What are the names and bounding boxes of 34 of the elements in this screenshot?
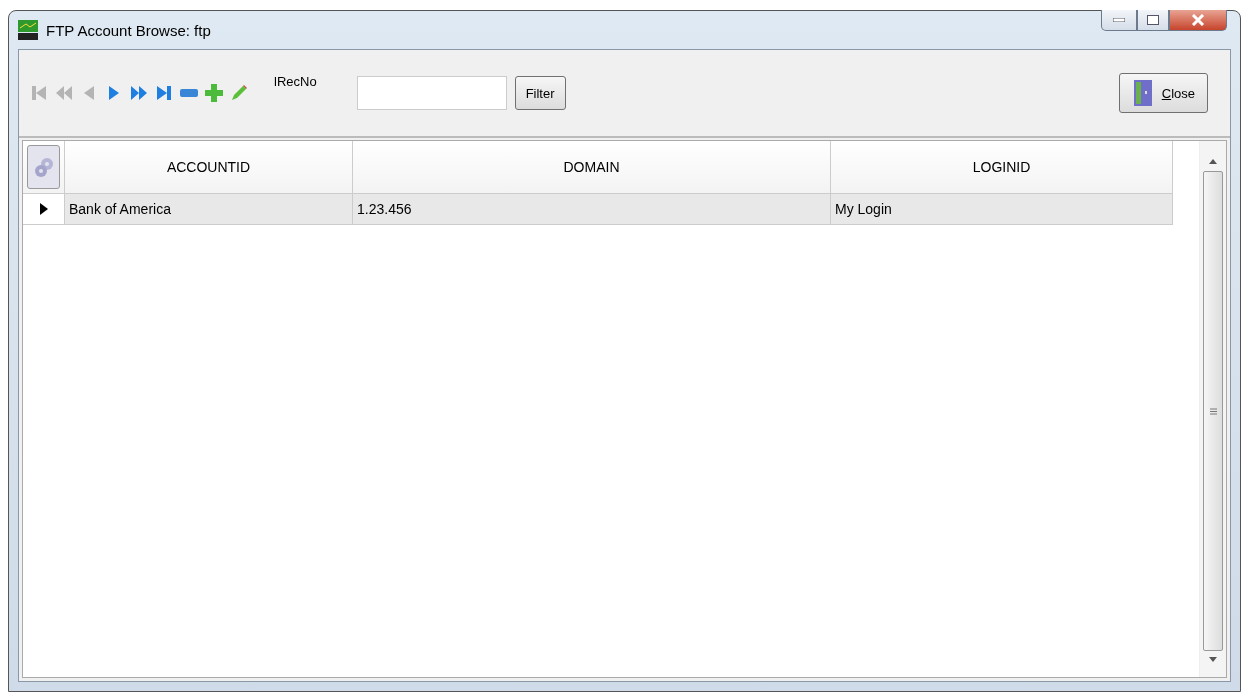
- scrollbar-thumb[interactable]: [1203, 171, 1223, 651]
- column-header[interactable]: DOMAIN: [353, 141, 831, 194]
- vertical-scrollbar[interactable]: [1199, 141, 1226, 677]
- minimize-icon: [1113, 18, 1125, 22]
- scroll-down-icon: [1209, 657, 1217, 663]
- table-cell: Bank of America: [65, 194, 353, 225]
- table-cell: My Login: [831, 194, 1173, 225]
- grip-icon: [1209, 407, 1217, 415]
- app-icon: [18, 20, 38, 40]
- close-button[interactable]: Close: [1118, 73, 1208, 113]
- close-window-button[interactable]: [1169, 10, 1227, 31]
- double-right-arrow-icon: [128, 84, 149, 102]
- maximize-icon: [1147, 15, 1159, 25]
- right-arrow-icon: [106, 84, 121, 102]
- column-header[interactable]: ACCOUNTID: [65, 141, 353, 194]
- minus-icon: [179, 89, 198, 97]
- filter-button[interactable]: Filter: [514, 76, 566, 110]
- column-header[interactable]: LOGINID: [831, 141, 1173, 194]
- door-icon: [1131, 79, 1154, 107]
- navigator-button[interactable]: [202, 81, 225, 105]
- window-title: FTP Account Browse: ftp: [46, 21, 211, 39]
- gears-icon: [32, 156, 55, 178]
- close-icon: [1191, 14, 1205, 26]
- filter-input[interactable]: [356, 76, 507, 110]
- last-record-icon: [154, 84, 173, 102]
- first-record-icon: [29, 84, 48, 102]
- plus-icon: [204, 84, 223, 102]
- scroll-up-icon: [1209, 159, 1217, 165]
- filter-label: lRecNo: [274, 74, 317, 89]
- minimize-button[interactable]: [1101, 10, 1137, 31]
- maximize-button[interactable]: [1137, 10, 1169, 31]
- grid-settings-button[interactable]: [27, 145, 60, 189]
- pencil-icon: [229, 84, 248, 102]
- table-cell: 1.23.456: [353, 194, 831, 225]
